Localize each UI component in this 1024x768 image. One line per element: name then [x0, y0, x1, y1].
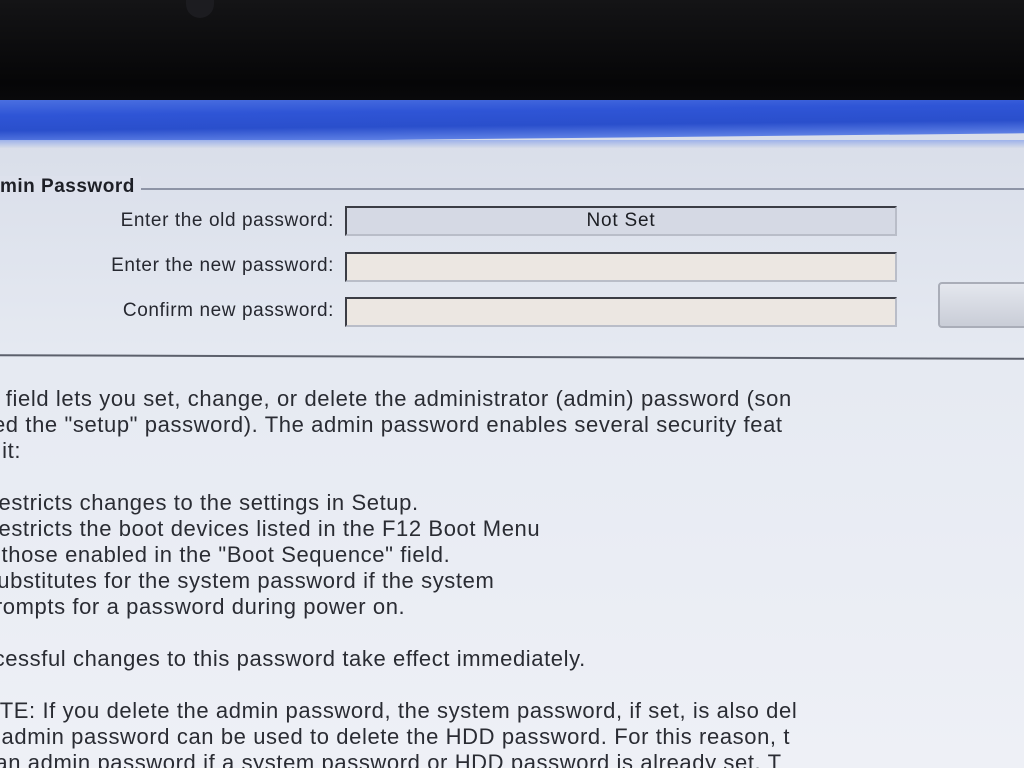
bios-setup-screen: min Password Enter the old password: Ent… — [0, 100, 1024, 768]
help-note-line: OTE: If you delete the admin password, t… — [0, 698, 798, 723]
help-intro-line: is field lets you set, change, or delete… — [0, 386, 792, 411]
title-bar-edge — [0, 140, 1024, 148]
window-title-bar — [0, 100, 1024, 144]
groupbox-title: min Password — [0, 176, 141, 198]
old-password-field[interactable] — [345, 206, 897, 236]
confirm-password-field[interactable] — [345, 297, 897, 327]
new-password-label: Enter the new password: — [111, 255, 334, 276]
help-list-line: Substitutes for the system password if t… — [0, 568, 495, 593]
help-note-line: t an admin password if a system password… — [0, 750, 782, 768]
help-list-line: Restricts changes to the settings in Set… — [0, 490, 419, 515]
confirm-password-label: Confirm new password: — [122, 300, 334, 321]
help-list-line: o those enabled in the "Boot Sequence" f… — [0, 542, 451, 567]
help-note-line: e admin password can be used to delete t… — [0, 724, 791, 749]
help-intro-line: lled the "setup" password). The admin pa… — [0, 412, 783, 437]
help-list-line: prompts for a password during power on. — [0, 594, 406, 619]
side-action-button[interactable] — [938, 282, 1024, 328]
help-list-line: Restricts the boot devices listed in the… — [0, 516, 541, 541]
monitor-bezel — [0, 0, 1024, 104]
help-text-panel: is field lets you set, change, or delete… — [0, 386, 1024, 768]
bezel-camera — [186, 0, 214, 18]
old-password-label: Enter the old password: — [120, 210, 334, 231]
help-intro-line: t, it: — [0, 438, 22, 463]
help-effect-line: ccessful changes to this password take e… — [0, 646, 586, 671]
new-password-field[interactable] — [345, 252, 897, 282]
